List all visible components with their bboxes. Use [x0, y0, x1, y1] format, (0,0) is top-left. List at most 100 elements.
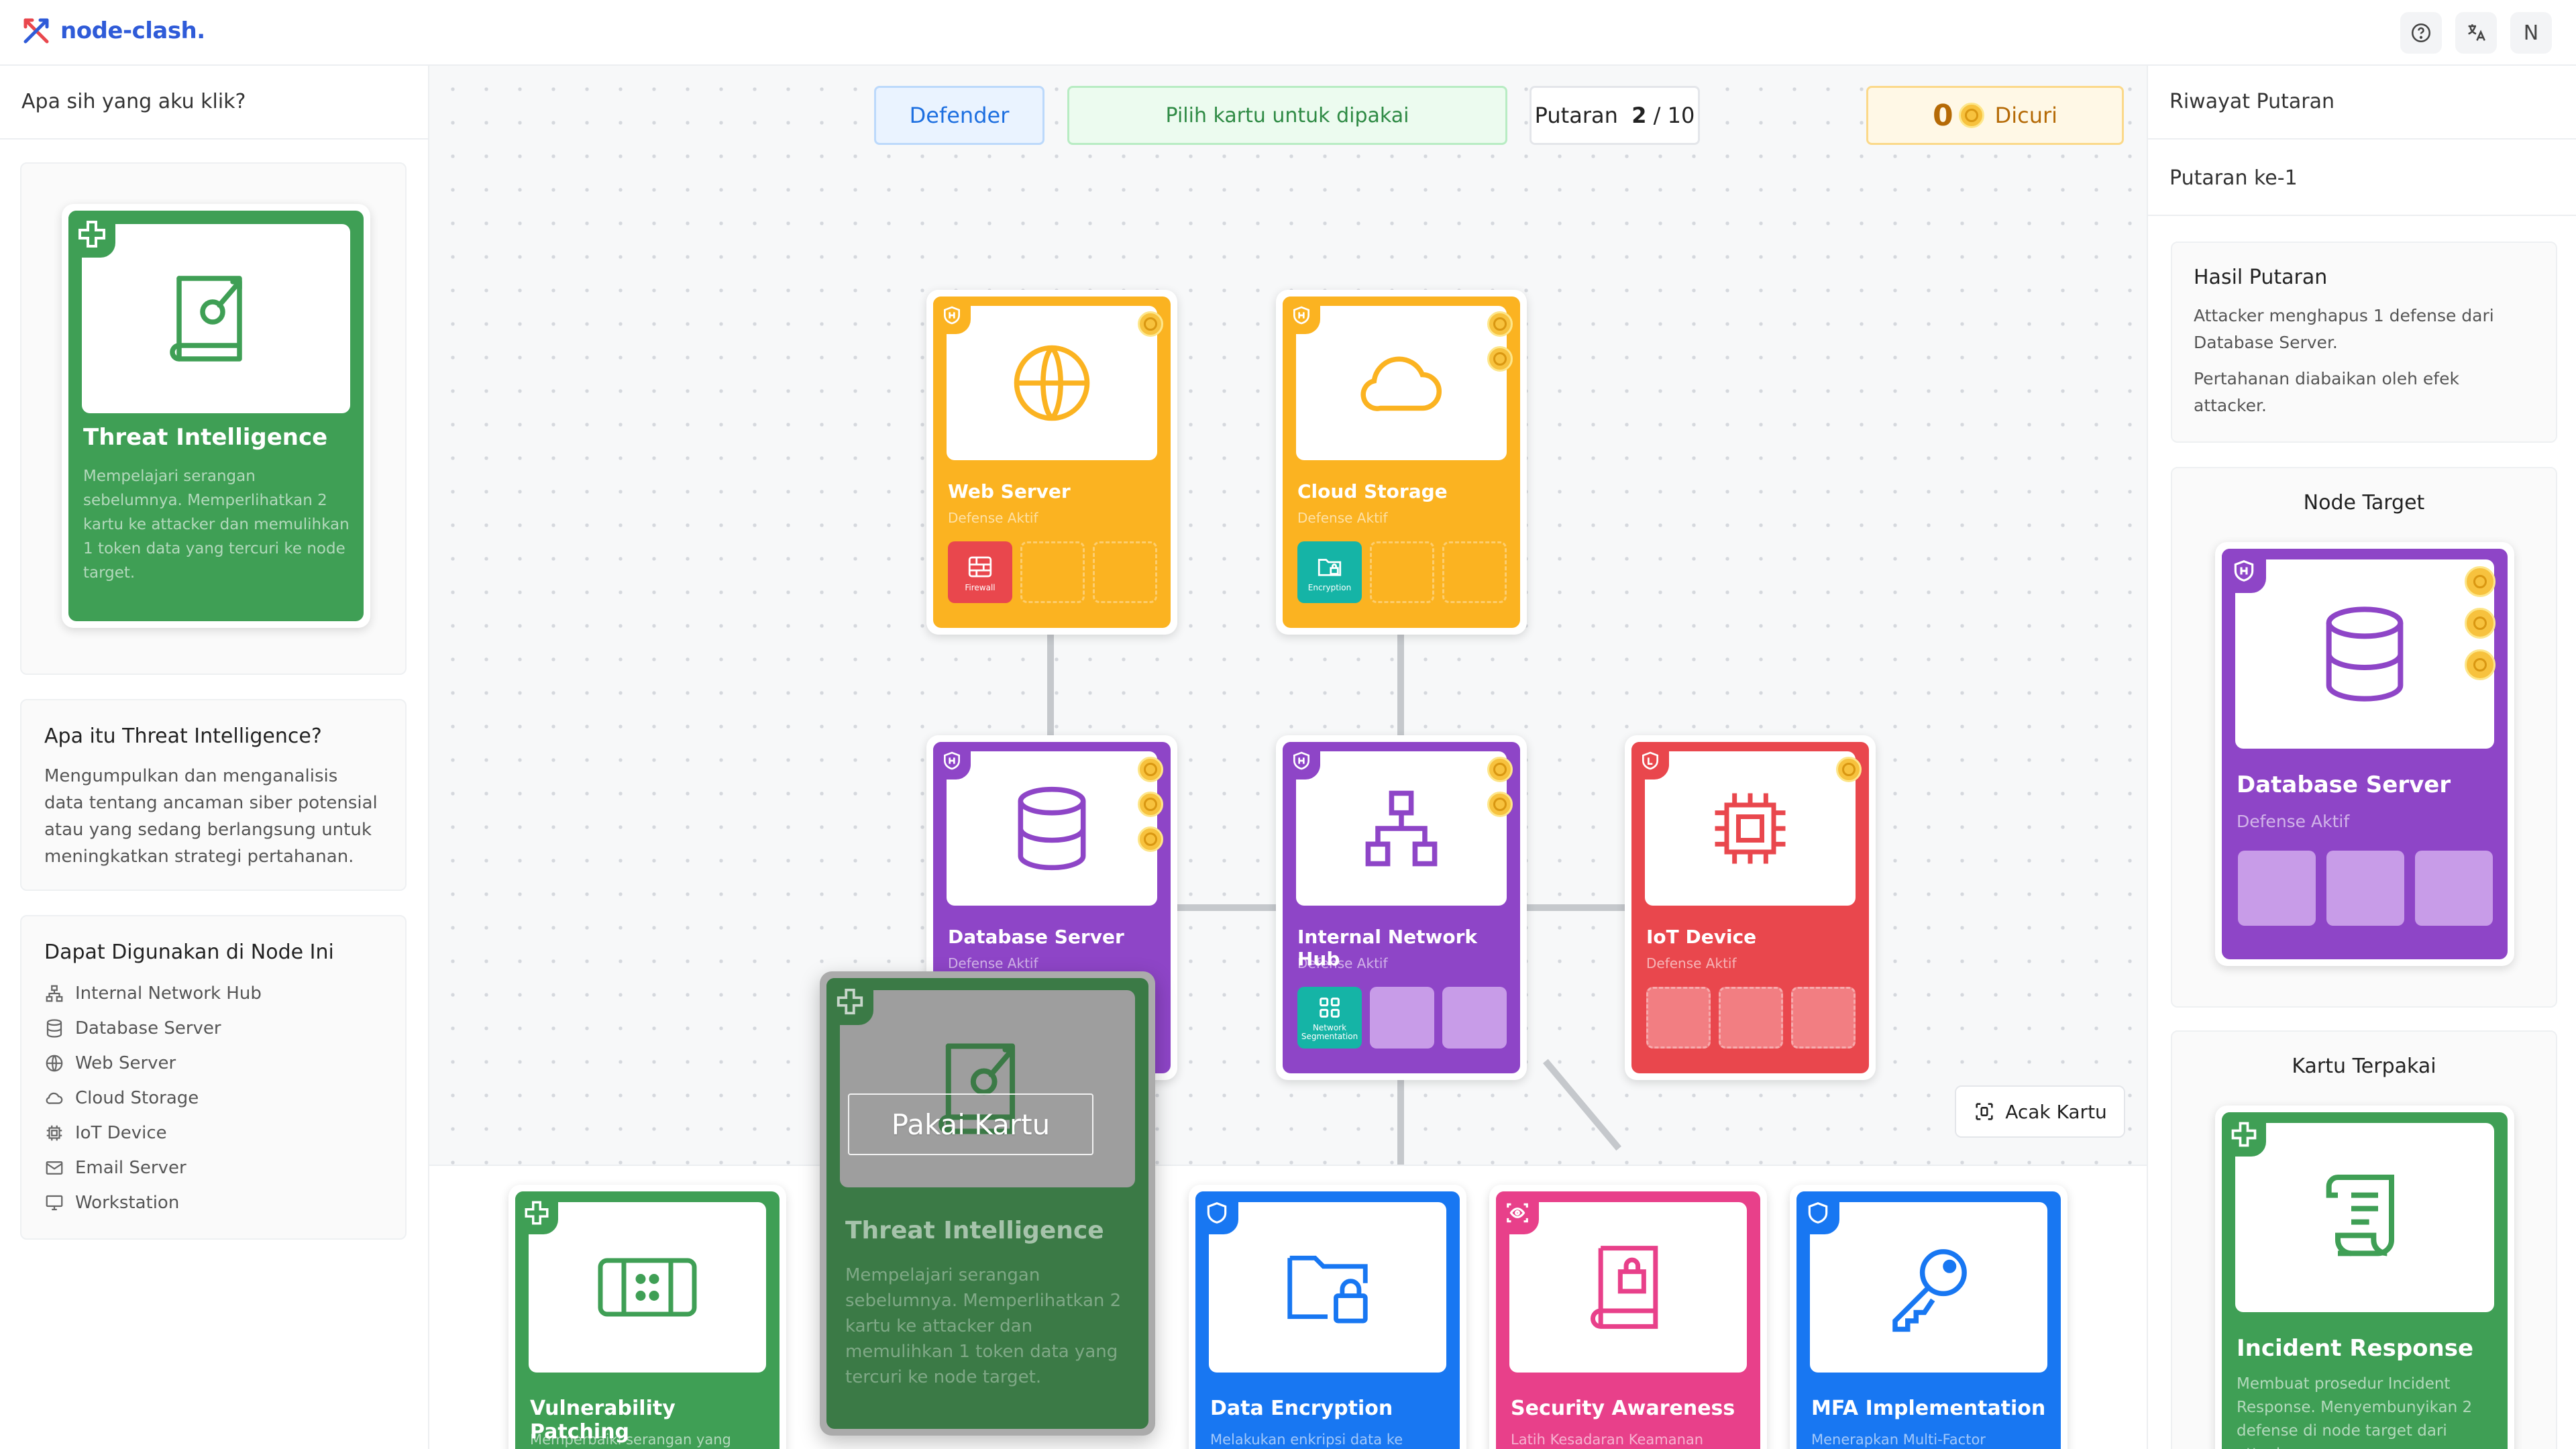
card-name: MFA Implementation — [1811, 1397, 2046, 1420]
node-sub: Defense Aktif — [948, 510, 1038, 526]
node-badge — [1631, 742, 1669, 780]
card-name: Threat Intelligence — [83, 424, 328, 451]
node-web-server[interactable]: Web Server Defense Aktif Firewall — [926, 290, 1177, 635]
app-logo[interactable]: node-clash. — [21, 16, 205, 46]
data-token — [1138, 757, 1163, 782]
used-card[interactable]: Incident Response Membuat prosedur Incid… — [2215, 1106, 2514, 1449]
card-name: Data Encryption — [1210, 1397, 1393, 1420]
dragged-card-threat-intelligence[interactable]: Pakai Kartu Threat Intelligence Mempelaj… — [820, 971, 1155, 1436]
stolen-counter: 0 Dicuri — [1866, 86, 2124, 145]
card-type-badge — [515, 1191, 558, 1234]
defense-network-segmentation[interactable]: Network Segmentation — [1297, 987, 1362, 1049]
defense-slot[interactable] — [1719, 987, 1783, 1049]
data-token — [2465, 608, 2496, 639]
node-badge — [2222, 549, 2266, 593]
defense-slot[interactable] — [2326, 851, 2404, 926]
monitor-icon — [46, 1195, 63, 1211]
node-name: Web Server — [948, 480, 1071, 502]
card-type-badge — [1496, 1191, 1539, 1234]
shuffle-cards-button[interactable]: Acak Kartu — [1955, 1085, 2125, 1138]
node-sub: Defense Aktif — [948, 955, 1038, 971]
round-counter: Putaran 2 / 10 — [1529, 86, 1700, 145]
edge-db-hub — [1174, 904, 1277, 911]
language-button[interactable] — [2455, 12, 2497, 54]
left-panel: Apa sih yang aku klik? Threat Intelligen… — [0, 66, 429, 1449]
target-node-card[interactable]: Database Server Defense Aktif — [2215, 542, 2514, 966]
history-round-label: Putaran ke-1 — [2169, 166, 2298, 190]
grid-icon — [1320, 998, 1340, 1018]
hand-card-vulnerability-patching[interactable]: Vulnerability Patching Memperbaiki seran… — [508, 1185, 786, 1449]
hand-card-data-encryption[interactable]: Data Encryption Melakukan enkripsi data … — [1189, 1185, 1466, 1449]
usable-title: Dapat Digunakan di Node Ini — [44, 941, 334, 964]
card-name: Security Awareness — [1511, 1397, 1735, 1420]
result-line: Pertahanan diabaikan oleh efek attacker. — [2194, 369, 2459, 415]
database-icon — [46, 1019, 62, 1038]
defense-slot[interactable] — [1442, 987, 1507, 1049]
defense-slot[interactable] — [1791, 987, 1856, 1049]
defense-slot[interactable] — [2238, 851, 2316, 926]
defense-firewall[interactable]: Firewall — [948, 541, 1012, 603]
info-title: Apa itu Threat Intelligence? — [44, 724, 322, 748]
node-sub: Defense Aktif — [1297, 955, 1388, 971]
result-line: Attacker menghapus 1 defense dari Databa… — [2194, 306, 2494, 352]
key-icon — [1892, 1249, 1967, 1332]
shuffle-icon — [1976, 1103, 1993, 1120]
target-node-box: Node Target Database Server Defense Akti… — [2171, 467, 2557, 1008]
data-token — [1487, 792, 1513, 817]
info-text: Mengumpulkan dan menganalisis data tenta… — [44, 766, 378, 867]
shield-icon — [1808, 1202, 1828, 1224]
defense-slot[interactable] — [1370, 987, 1434, 1049]
help-button[interactable] — [2400, 12, 2442, 54]
data-token — [1487, 757, 1513, 782]
usable-nodes-box: Dapat Digunakan di Node Ini Internal Net… — [20, 915, 407, 1240]
shield-icon — [1207, 1202, 1227, 1224]
defense-slot[interactable] — [1020, 541, 1085, 603]
usable-item: Web Server — [44, 1046, 382, 1081]
defense-slot[interactable] — [1646, 987, 1711, 1049]
usable-item: Internal Network Hub — [44, 976, 382, 1011]
help-circle-icon — [2411, 23, 2431, 43]
database-icon — [1018, 786, 1086, 871]
globe-icon — [46, 1055, 63, 1072]
usable-item: Cloud Storage — [44, 1081, 382, 1116]
used-title: Kartu Terpakai — [2292, 1055, 2436, 1078]
selected-card[interactable]: Threat Intelligence Mempelajari serangan… — [62, 204, 370, 628]
node-iot-device[interactable]: IoT Device Defense Aktif — [1625, 735, 1876, 1080]
card-type-badge — [1195, 1191, 1238, 1234]
bandage-icon — [598, 1258, 697, 1317]
shield-h-icon — [1293, 306, 1309, 325]
app-header: node-clash. N — [0, 0, 2576, 66]
round-result-box: Hasil Putaran Attacker menghapus 1 defen… — [2171, 241, 2557, 443]
use-card-button[interactable]: Pakai Kartu — [848, 1093, 1093, 1155]
defense-slot[interactable] — [1370, 541, 1434, 603]
edge-hub-iot — [1523, 904, 1627, 911]
hand-card-security-awareness[interactable]: Security Awareness Latih Kesadaran Keama… — [1489, 1185, 1767, 1449]
card-art — [1810, 1202, 2047, 1373]
data-token — [1138, 311, 1163, 337]
edge-hub-down — [1397, 1077, 1404, 1165]
plus-cross-icon — [525, 1201, 549, 1225]
defense-slot[interactable] — [1093, 541, 1157, 603]
card-name: Incident Response — [2237, 1335, 2474, 1362]
mail-icon — [46, 1161, 63, 1175]
defense-slot[interactable] — [2415, 851, 2493, 926]
card-art — [82, 224, 350, 413]
card-description: Membuat prosedur Incident Response. Meny… — [2237, 1375, 2473, 1449]
folder-lock-icon — [1287, 1255, 1368, 1324]
data-token — [1836, 757, 1862, 782]
card-art — [947, 751, 1157, 906]
app-name: node-clash. — [60, 17, 205, 44]
node-internal-network-hub[interactable]: Internal Network Hub Defense Aktif Netwo… — [1276, 735, 1527, 1080]
edge-web-db — [1047, 635, 1054, 735]
shield-l-icon — [1642, 751, 1658, 770]
hand-card-mfa-implementation[interactable]: MFA Implementation Menerapkan Multi-Fact… — [1790, 1185, 2068, 1449]
card-art — [1296, 751, 1507, 906]
network-icon — [46, 985, 63, 1002]
defense-slot[interactable] — [1442, 541, 1507, 603]
user-avatar[interactable]: N — [2510, 12, 2552, 54]
database-icon — [2326, 606, 2404, 702]
node-badge — [1283, 742, 1320, 780]
node-cloud-storage[interactable]: Cloud Storage Defense Aktif Encryption — [1276, 290, 1527, 635]
node-name: Database Server — [2237, 771, 2451, 798]
defense-encryption[interactable]: Encryption — [1297, 541, 1362, 603]
